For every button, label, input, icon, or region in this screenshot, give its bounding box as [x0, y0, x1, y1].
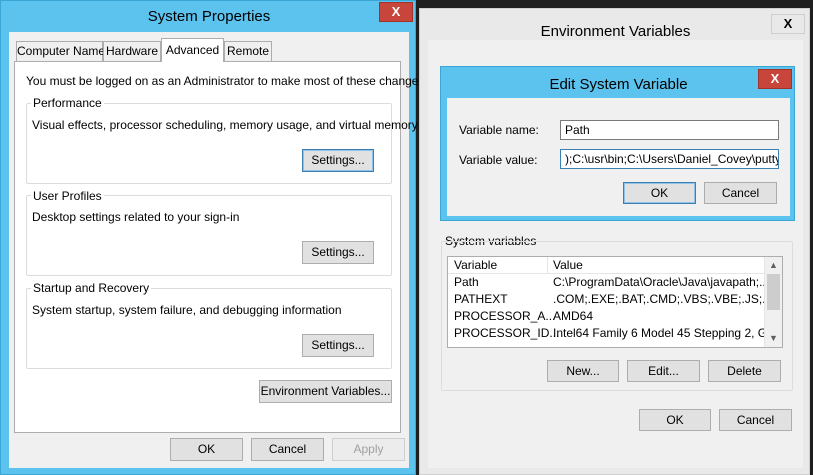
user-profiles-desc: Desktop settings related to your sign-in [32, 210, 240, 224]
tab-hardware[interactable]: Hardware [103, 41, 161, 61]
tab-advanced[interactable]: Advanced [161, 38, 224, 62]
tab-remote[interactable]: Remote [224, 41, 272, 61]
cancel-button[interactable]: Cancel [704, 182, 777, 204]
scroll-down-icon[interactable]: ▼ [765, 330, 782, 346]
admin-note: You must be logged on as an Administrato… [26, 74, 428, 88]
system-properties-window: System Properties X Computer Name Hardwa… [0, 0, 428, 475]
edit-button[interactable]: Edit... [627, 360, 700, 382]
startup-recovery-title: Startup and Recovery [31, 281, 152, 295]
row-value: C:\ProgramData\Oracle\Java\javapath;... [553, 275, 770, 289]
tab-computer-name[interactable]: Computer Name [16, 41, 105, 61]
delete-button[interactable]: Delete [708, 360, 781, 382]
client-area: Computer Name Hardware Advanced Remote Y… [9, 32, 428, 468]
cancel-button[interactable]: Cancel [251, 438, 324, 461]
client-area: Variable name: Path Variable value: );C:… [447, 98, 790, 216]
table-row[interactable]: PATHEXT .COM;.EXE;.BAT;.CMD;.VBS;.VBE;.J… [448, 291, 776, 308]
row-value: .COM;.EXE;.BAT;.CMD;.VBS;.VBE;.JS;.... [553, 292, 776, 306]
ok-button[interactable]: OK [170, 438, 243, 461]
scroll-up-icon[interactable]: ▲ [765, 257, 782, 273]
column-divider [547, 257, 548, 274]
dialog-title: Edit System Variable [549, 76, 688, 93]
row-value: Intel64 Family 6 Model 45 Stepping 2, G.… [553, 326, 778, 340]
row-variable: Path [454, 275, 479, 289]
startup-recovery-desc: System startup, system failure, and debu… [32, 303, 342, 317]
scroll-thumb[interactable] [767, 274, 780, 310]
table-row[interactable]: PROCESSOR_A... AMD64 [448, 308, 764, 325]
close-button[interactable]: X [771, 14, 805, 34]
list-header: Variable Value [448, 257, 764, 274]
variable-value-label: Variable value: [459, 153, 538, 167]
performance-title: Performance [31, 96, 104, 110]
close-button[interactable]: X [758, 69, 792, 89]
window-title: Environment Variables [540, 23, 691, 40]
row-variable: PROCESSOR_A... [454, 309, 556, 323]
user-profiles-settings-button[interactable]: Settings... [302, 241, 374, 264]
close-button[interactable]: X [379, 2, 413, 22]
performance-settings-button[interactable]: Settings... [302, 149, 374, 172]
row-variable: PROCESSOR_ID... [454, 326, 560, 340]
variable-name-label: Variable name: [459, 123, 539, 137]
row-value: AMD64 [553, 309, 594, 323]
performance-desc: Visual effects, processor scheduling, me… [32, 118, 418, 132]
advanced-panel: You must be logged on as an Administrato… [14, 61, 428, 433]
ok-button[interactable]: OK [639, 409, 711, 431]
ok-button[interactable]: OK [623, 182, 696, 204]
variable-value-field[interactable]: );C:\usr\bin;C:\Users\Daniel_Covey\putty [560, 149, 779, 169]
startup-recovery-settings-button[interactable]: Settings... [302, 334, 374, 357]
vertical-scrollbar[interactable]: ▲ ▼ [764, 257, 782, 347]
column-variable[interactable]: Variable [454, 257, 497, 274]
variable-name-field[interactable]: Path [560, 120, 779, 140]
environment-variables-button[interactable]: Environment Variables... [259, 380, 392, 403]
edit-system-variable-dialog: Edit System Variable X Variable name: Pa… [440, 66, 795, 221]
new-button[interactable]: New... [547, 360, 619, 382]
row-variable: PATHEXT [454, 292, 508, 306]
column-value[interactable]: Value [553, 257, 583, 274]
system-variables-list[interactable]: Variable Value Path C:\ProgramData\Oracl… [447, 256, 783, 348]
table-row[interactable]: PROCESSOR_ID... Intel64 Family 6 Model 4… [448, 325, 777, 342]
window-title: System Properties [147, 8, 271, 25]
user-profiles-title: User Profiles [31, 189, 104, 203]
apply-button: Apply [332, 438, 405, 461]
cancel-button[interactable]: Cancel [719, 409, 792, 431]
table-row[interactable]: Path C:\ProgramData\Oracle\Java\javapath… [448, 274, 769, 291]
